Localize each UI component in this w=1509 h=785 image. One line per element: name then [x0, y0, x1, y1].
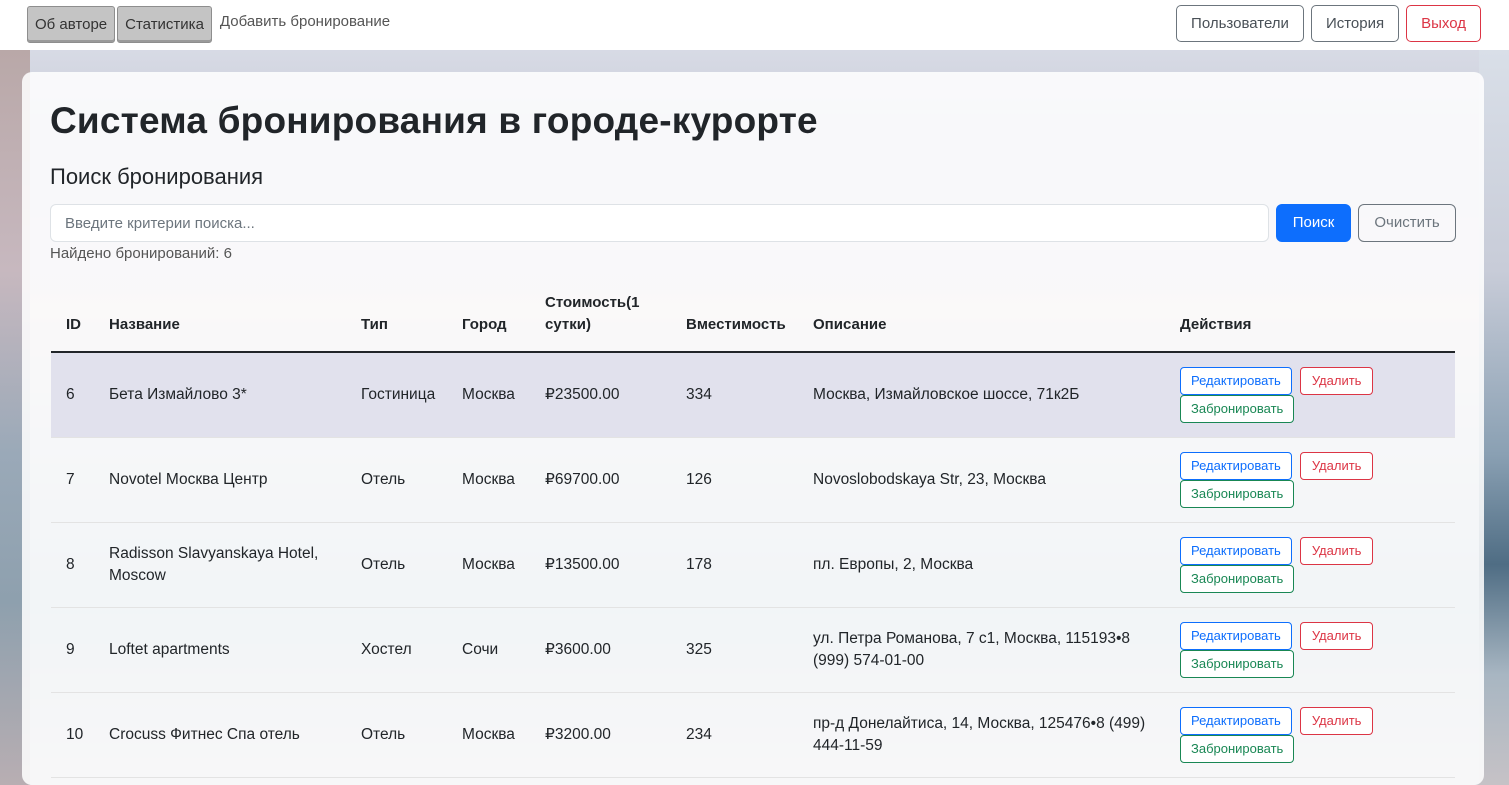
col-header-capacity: Вместимость [671, 290, 798, 353]
cell-type: Отель [346, 522, 447, 608]
cell-price: ₽69700.00 [530, 437, 671, 523]
cell-price: ₽13500.00 [530, 522, 671, 608]
cell-actions: Редактировать Удалить Забронировать [1165, 692, 1455, 778]
delete-button[interactable]: Удалить [1299, 366, 1374, 395]
cell-name: Loftet apartments [94, 607, 346, 693]
cell-id: 8 [51, 522, 94, 608]
cell-name: Novotel Москва Центр [94, 437, 346, 523]
actions-group: Редактировать Удалить Забронировать [1180, 536, 1400, 593]
delete-button[interactable]: Удалить [1299, 706, 1374, 735]
cell-type: Отель [346, 437, 447, 523]
logout-button[interactable]: Выход [1406, 5, 1481, 42]
book-button[interactable]: Забронировать [1180, 734, 1295, 763]
table-row: 10 Crocuss Фитнес Спа отель Отель Москва… [51, 692, 1455, 778]
main-card: Система бронирования в городе-курорте По… [22, 72, 1484, 785]
table-row: 7 Novotel Москва Центр Отель Москва ₽697… [51, 437, 1455, 523]
cell-city: Москва [447, 437, 530, 523]
cell-id: 7 [51, 437, 94, 523]
top-navbar: Об авторе Статистика Добавить бронирован… [0, 0, 1509, 50]
edit-button[interactable]: Редактировать [1180, 536, 1292, 565]
col-header-name: Название [94, 290, 346, 353]
nav-right-group: Пользователи История Выход [1169, 5, 1481, 42]
bookings-table: ID Название Тип Город Стоимость(1 сутки)… [51, 290, 1455, 778]
users-button[interactable]: Пользователи [1176, 5, 1304, 42]
col-header-id: ID [51, 290, 94, 353]
cell-capacity: 126 [671, 437, 798, 523]
cell-actions: Редактировать Удалить Забронировать [1165, 437, 1455, 523]
cell-type: Отель [346, 692, 447, 778]
cell-city: Москва [447, 522, 530, 608]
col-header-city: Город [447, 290, 530, 353]
cell-price: ₽3600.00 [530, 607, 671, 693]
cell-price: ₽23500.00 [530, 352, 671, 438]
delete-button[interactable]: Удалить [1299, 621, 1374, 650]
edit-button[interactable]: Редактировать [1180, 366, 1292, 395]
cell-actions: Редактировать Удалить Забронировать [1165, 607, 1455, 693]
search-input[interactable] [50, 204, 1269, 242]
about-author-button[interactable]: Об авторе [27, 6, 116, 43]
clear-button[interactable]: Очистить [1358, 204, 1456, 242]
cell-id: 6 [51, 352, 94, 438]
actions-group: Редактировать Удалить Забронировать [1180, 621, 1400, 678]
cell-capacity: 234 [671, 692, 798, 778]
cell-name: Crocuss Фитнес Спа отель [94, 692, 346, 778]
delete-button[interactable]: Удалить [1299, 451, 1374, 480]
search-button[interactable]: Поиск [1276, 204, 1351, 242]
book-button[interactable]: Забронировать [1180, 649, 1295, 678]
cell-city: Сочи [447, 607, 530, 693]
edit-button[interactable]: Редактировать [1180, 621, 1292, 650]
cell-description: ул. Петра Романова, 7 с1, Москва, 115193… [798, 607, 1165, 693]
cell-type: Хостел [346, 607, 447, 693]
actions-group: Редактировать Удалить Забронировать [1180, 366, 1400, 423]
cell-capacity: 334 [671, 352, 798, 438]
cell-actions: Редактировать Удалить Забронировать [1165, 522, 1455, 608]
cell-description: Москва, Измайловское шоссе, 71к2Б [798, 352, 1165, 438]
cell-actions: Редактировать Удалить Забронировать [1165, 352, 1455, 438]
actions-group: Редактировать Удалить Забронировать [1180, 706, 1400, 763]
nav-left-group: Об авторе Статистика Добавить бронирован… [27, 6, 390, 43]
col-header-actions: Действия [1165, 290, 1455, 353]
cell-type: Гостиница [346, 352, 447, 438]
edit-button[interactable]: Редактировать [1180, 706, 1292, 735]
table-row: 8 Radisson Slavyanskaya Hotel, Moscow От… [51, 522, 1455, 608]
edit-button[interactable]: Редактировать [1180, 451, 1292, 480]
cell-name: Radisson Slavyanskaya Hotel, Moscow [94, 522, 346, 608]
book-button[interactable]: Забронировать [1180, 394, 1295, 423]
col-header-description: Описание [798, 290, 1165, 353]
col-header-type: Тип [346, 290, 447, 353]
add-booking-link[interactable]: Добавить бронирование [220, 6, 390, 38]
cell-id: 9 [51, 607, 94, 693]
results-count: Найдено бронирований: 6 [50, 245, 232, 262]
cell-description: пл. Европы, 2, Москва [798, 522, 1165, 608]
cell-description: Novoslobodskaya Str, 23, Москва [798, 437, 1165, 523]
actions-group: Редактировать Удалить Забронировать [1180, 451, 1400, 508]
cell-city: Москва [447, 352, 530, 438]
cell-description: пр-д Донелайтиса, 14, Москва, 125476•8 (… [798, 692, 1165, 778]
search-heading: Поиск бронирования [50, 164, 264, 189]
book-button[interactable]: Забронировать [1180, 479, 1295, 508]
cell-city: Москва [447, 692, 530, 778]
cell-price: ₽3200.00 [530, 692, 671, 778]
cell-capacity: 178 [671, 522, 798, 608]
cell-name: Бета Измайлово 3* [94, 352, 346, 438]
page-title: Система бронирования в городе-курорте [50, 100, 818, 141]
table-header-row: ID Название Тип Город Стоимость(1 сутки)… [51, 290, 1455, 353]
statistics-button[interactable]: Статистика [117, 6, 212, 43]
cell-capacity: 325 [671, 607, 798, 693]
book-button[interactable]: Забронировать [1180, 564, 1295, 593]
delete-button[interactable]: Удалить [1299, 536, 1374, 565]
history-button[interactable]: История [1310, 5, 1400, 42]
table-row: 9 Loftet apartments Хостел Сочи ₽3600.00… [51, 607, 1455, 693]
cell-id: 10 [51, 692, 94, 778]
table-row: 6 Бета Измайлово 3* Гостиница Москва ₽23… [51, 352, 1455, 438]
col-header-price: Стоимость(1 сутки) [530, 290, 671, 353]
